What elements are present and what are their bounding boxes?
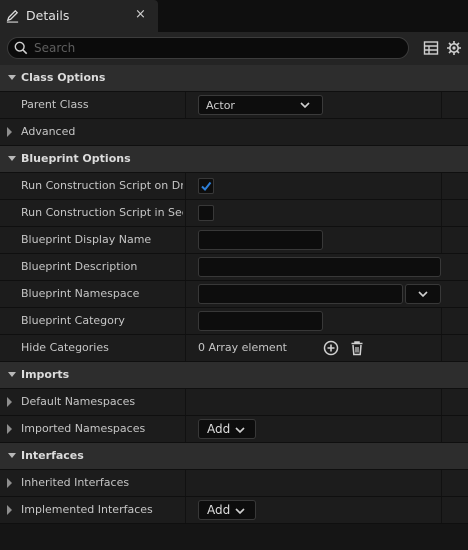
category-blueprint-options[interactable]: Blueprint Options (0, 146, 468, 173)
expand-arrow-icon[interactable] (7, 505, 12, 515)
search-input[interactable] (34, 39, 394, 57)
column-divider (185, 254, 186, 280)
category-imports[interactable]: Imports (0, 362, 468, 389)
category-label: Blueprint Options (21, 152, 131, 165)
category-class-options[interactable]: Class Options (0, 65, 468, 92)
property-row-parent-class: Parent Class Actor (0, 92, 468, 119)
array-count: 0 Array element (198, 341, 287, 354)
column-divider (441, 227, 442, 253)
details-panel: Class Options Parent Class Actor Advance… (0, 65, 468, 524)
category-field[interactable] (198, 311, 323, 331)
chevron-down-icon (8, 372, 16, 377)
column-divider (441, 335, 442, 361)
property-row-display-name: Blueprint Display Name (0, 227, 468, 254)
run-in-sequencer-checkbox[interactable] (198, 205, 214, 221)
column-divider (441, 200, 442, 226)
column-divider (185, 308, 186, 334)
expand-arrow-icon[interactable] (7, 424, 12, 434)
column-divider (185, 281, 186, 307)
property-label: Advanced (21, 125, 76, 138)
tab-details[interactable]: Details × (0, 0, 158, 32)
column-divider (185, 173, 186, 199)
close-icon[interactable]: × (135, 7, 146, 22)
property-row-namespace: Blueprint Namespace (0, 281, 468, 308)
run-on-drag-checkbox[interactable] (198, 178, 214, 194)
column-divider (441, 389, 442, 415)
column-divider (441, 416, 442, 442)
chevron-down-icon (235, 508, 245, 515)
plus-circle-icon[interactable] (323, 340, 339, 356)
chevron-down-icon (8, 156, 16, 161)
add-implemented-interface-button[interactable]: Add (198, 500, 256, 520)
chevron-down-icon (8, 453, 16, 458)
chevron-down-icon (8, 75, 16, 80)
display-name-field[interactable] (198, 230, 323, 250)
tab-title: Details (26, 8, 70, 23)
button-label: Add (207, 503, 231, 517)
expand-arrow-icon[interactable] (7, 478, 12, 488)
column-divider (185, 335, 186, 361)
namespace-dropdown-button[interactable] (405, 284, 441, 304)
table-view-icon[interactable] (423, 40, 439, 56)
property-row-description: Blueprint Description (0, 254, 468, 281)
property-row-inherited-interfaces: Inherited Interfaces (0, 470, 468, 497)
column-divider (185, 227, 186, 253)
property-label: Default Namespaces (21, 395, 136, 408)
property-label: Inherited Interfaces (21, 476, 130, 489)
property-label: Parent Class (21, 98, 89, 111)
property-label: Blueprint Display Name (21, 233, 152, 246)
property-label: Imported Namespaces (21, 422, 146, 435)
chevron-down-icon (300, 102, 310, 109)
column-divider (441, 308, 442, 334)
parent-class-dropdown[interactable]: Actor (198, 95, 323, 115)
category-interfaces[interactable]: Interfaces (0, 443, 468, 470)
property-label: Implemented Interfaces (21, 503, 153, 516)
property-row-default-namespaces: Default Namespaces (0, 389, 468, 416)
column-divider (441, 173, 442, 199)
column-divider (441, 92, 442, 118)
column-divider (185, 200, 186, 226)
button-label: Add (207, 422, 231, 436)
expand-arrow-icon[interactable] (7, 127, 12, 137)
tab-bar: Details × (0, 0, 468, 32)
property-row-imported-namespaces: Imported Namespaces Add (0, 416, 468, 443)
property-label: Run Construction Script in Seq... (21, 206, 183, 219)
add-imported-namespace-button[interactable]: Add (198, 419, 256, 439)
property-label: Run Construction Script on Drag (21, 179, 183, 192)
column-divider (185, 389, 186, 415)
expand-arrow-icon[interactable] (7, 397, 12, 407)
search-icon (14, 41, 28, 55)
property-label: Hide Categories (21, 341, 109, 354)
column-divider (441, 470, 442, 496)
category-label: Imports (21, 368, 70, 381)
chevron-down-icon (235, 427, 245, 434)
details-toolbar (0, 32, 468, 65)
description-field[interactable] (198, 257, 441, 277)
chevron-down-icon (418, 291, 428, 298)
namespace-field[interactable] (198, 284, 403, 304)
property-label: Blueprint Namespace (21, 287, 140, 300)
property-label: Blueprint Description (21, 260, 138, 273)
property-row-category: Blueprint Category (0, 308, 468, 335)
property-row-run-on-drag: Run Construction Script on Drag (0, 173, 468, 200)
property-row-hide-categories: Hide Categories 0 Array element (0, 335, 468, 362)
gear-icon[interactable] (446, 40, 462, 56)
column-divider (185, 92, 186, 118)
category-label: Class Options (21, 71, 106, 84)
check-icon (201, 181, 212, 192)
property-row-implemented-interfaces: Implemented Interfaces Add (0, 497, 468, 524)
column-divider (185, 497, 186, 523)
dropdown-value: Actor (206, 99, 235, 112)
property-row-advanced: Advanced (0, 119, 468, 146)
category-label: Interfaces (21, 449, 84, 462)
column-divider (185, 470, 186, 496)
trash-icon[interactable] (349, 340, 365, 356)
column-divider (185, 416, 186, 442)
property-row-run-in-sequencer: Run Construction Script in Seq... (0, 200, 468, 227)
property-label: Blueprint Category (21, 314, 125, 327)
pencil-icon (6, 9, 19, 23)
column-divider (441, 497, 442, 523)
search-box (7, 37, 409, 59)
